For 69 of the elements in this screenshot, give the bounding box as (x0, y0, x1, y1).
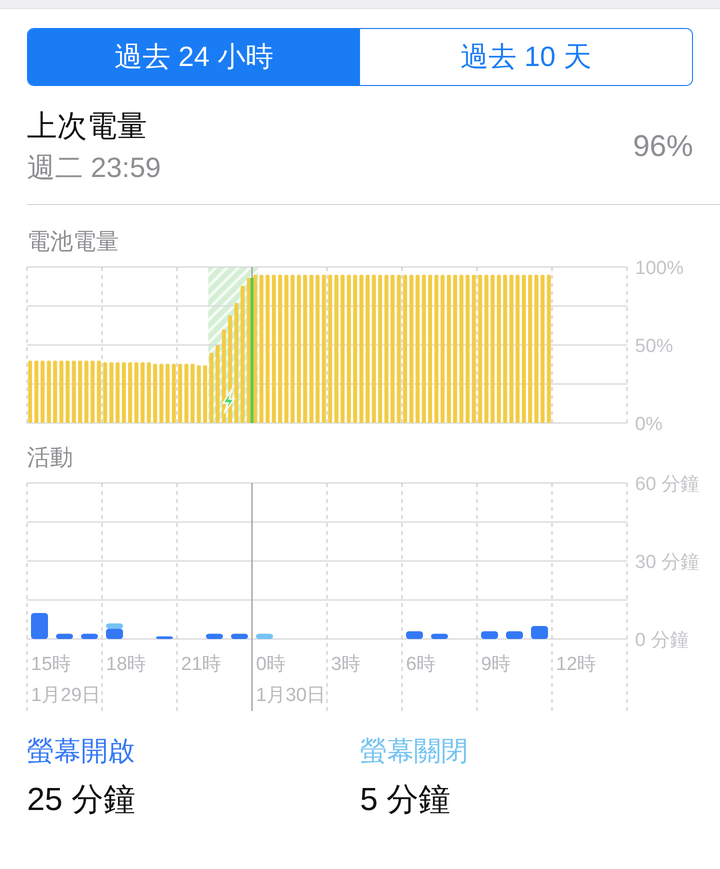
battery-bar (146, 362, 151, 423)
activity-bar (156, 636, 173, 639)
battery-bar (184, 364, 188, 423)
battery-bar (172, 364, 176, 423)
battery-bar (90, 360, 95, 423)
battery-bar (84, 360, 88, 423)
activity-bar (231, 634, 248, 639)
battery-bar (134, 362, 138, 423)
battery-bar (140, 362, 145, 423)
activity-bar (56, 634, 73, 639)
stat-value: 5 分鐘 (360, 780, 452, 819)
battery-bar (166, 364, 170, 423)
axis-label: 30 分鐘 (635, 552, 700, 573)
battery-bar (209, 352, 214, 423)
battery-bar (153, 364, 158, 423)
battery-bar (109, 362, 114, 423)
activity-bar (531, 626, 548, 639)
axis-label: 0時 (256, 654, 286, 675)
axis-label: 15時 (31, 654, 72, 675)
axis-label: 0% (635, 414, 662, 435)
activity-bar (506, 631, 523, 639)
battery-bar (53, 360, 58, 423)
battery-bar (28, 360, 32, 423)
battery-bar (116, 362, 120, 423)
battery-bar (96, 360, 101, 423)
battery-bar (78, 360, 82, 423)
activity-bar (81, 634, 98, 639)
stat-label: 螢幕開啟 (27, 735, 136, 768)
battery-bar (34, 360, 38, 423)
axis-label: 50% (635, 336, 674, 357)
battery-bar (190, 364, 195, 423)
battery-bar (203, 365, 208, 423)
activity-bar (481, 631, 498, 639)
axis-label: 3時 (331, 654, 361, 675)
battery-bar (40, 360, 45, 423)
date-label: 1月29日 (31, 685, 101, 706)
activity-bar (206, 634, 223, 639)
activity-bar (431, 634, 448, 639)
battery-bar (178, 364, 182, 423)
activity-bar (256, 634, 273, 639)
battery-bar (103, 362, 108, 423)
battery-bar (46, 360, 51, 423)
axis-label: 18時 (106, 654, 146, 675)
axis-label: 21時 (181, 654, 222, 675)
activity-bar (31, 613, 48, 639)
stat-label: 螢幕關閉 (360, 735, 469, 768)
activity-bar (406, 631, 423, 639)
axis-label: 100% (635, 258, 684, 279)
lightning-icon (222, 388, 236, 414)
axis-label: 9時 (481, 654, 511, 675)
last-charge-title: 上次電量 (27, 109, 148, 145)
last-charge-time: 週二 23:59 (27, 151, 161, 185)
stat-value: 25 分鐘 (27, 780, 136, 819)
axis-label: 12時 (556, 654, 596, 675)
battery-bar (59, 360, 64, 423)
axis-label: 60 分鐘 (635, 474, 700, 495)
battery-bar (122, 362, 126, 423)
date-label: 1月30日 (256, 685, 326, 706)
battery-percent: 96% (632, 130, 693, 164)
battery-bar (128, 362, 132, 423)
chart-title: 電池電量 (27, 227, 120, 255)
axis-label: 6時 (406, 654, 436, 675)
battery-bar (159, 364, 164, 423)
chart-title: 活動 (27, 443, 74, 471)
battery-bar (66, 360, 70, 423)
time-range-tab[interactable]: 過去 24 小時 (28, 29, 360, 85)
axis-label: 0 分鐘 (635, 630, 689, 651)
battery-bar (72, 360, 76, 423)
battery-bar (196, 365, 201, 423)
